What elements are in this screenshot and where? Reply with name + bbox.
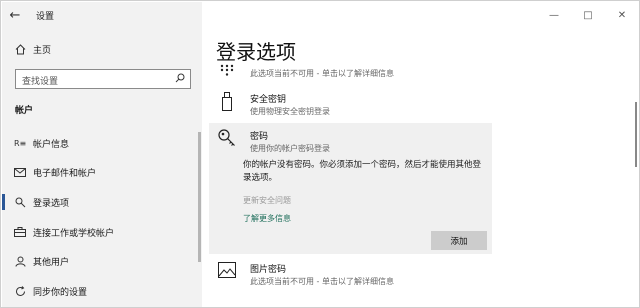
sidebar-item-label: 电子邮件和帐户 bbox=[33, 168, 97, 179]
sidebar-scrollbar[interactable] bbox=[198, 132, 201, 262]
maximize-button[interactable]: □ bbox=[571, 2, 605, 28]
sidebar-item-label: 同步你的设置 bbox=[33, 287, 88, 298]
search-icon[interactable] bbox=[175, 73, 185, 86]
picture-password-option[interactable]: 图片密码 此选项当前不可用 - 单击以了解详细信息 bbox=[216, 262, 394, 287]
sidebar-item-sync[interactable]: 同步你的设置 bbox=[2, 278, 202, 304]
sidebar-item-label: 登录选项 bbox=[33, 198, 70, 209]
close-button[interactable]: ✕ bbox=[605, 2, 639, 28]
password-desc: 使用你的帐户密码登录 bbox=[250, 144, 330, 153]
key-icon bbox=[13, 195, 27, 209]
sidebar-item-label: 其他用户 bbox=[33, 257, 70, 268]
minimize-icon: — bbox=[549, 9, 559, 21]
page-title: 登录选项 bbox=[216, 40, 296, 64]
account-info-icon: R≡ bbox=[13, 136, 27, 150]
sidebar: ← 设置 主页 查找设置 帐户 R≡ 帐户信息 电子邮件和帐户 登录选项 连接工… bbox=[2, 2, 202, 307]
sidebar-item-other-users[interactable]: 其他用户 bbox=[2, 248, 202, 274]
section-title: 帐户 bbox=[15, 106, 34, 116]
back-arrow-icon: ← bbox=[9, 7, 21, 23]
usb-key-icon bbox=[216, 92, 238, 117]
learn-more-link[interactable]: 了解更多信息 bbox=[243, 213, 291, 224]
briefcase-icon bbox=[13, 225, 27, 239]
password-key-icon bbox=[216, 129, 238, 154]
sidebar-item-label: 连接工作或学校帐户 bbox=[33, 228, 115, 239]
back-button[interactable]: ← bbox=[2, 2, 28, 28]
picture-icon bbox=[216, 262, 238, 287]
search-input[interactable]: 查找设置 bbox=[15, 69, 191, 89]
pin-option[interactable]: 此选项当前不可用 - 单击以了解详细信息 bbox=[216, 64, 394, 79]
security-key-desc: 使用物理安全密钥登录 bbox=[250, 107, 330, 116]
pin-keypad-icon bbox=[216, 64, 238, 79]
window-controls: — □ ✕ bbox=[537, 2, 639, 28]
title-bar: ← 设置 bbox=[2, 2, 202, 28]
sidebar-item-home[interactable]: 主页 bbox=[2, 36, 202, 62]
password-message: 你的帐户没有密码。你必须添加一个密码，然后才能使用其他登录选项。 bbox=[243, 160, 482, 183]
settings-window: ← 设置 主页 查找设置 帐户 R≡ 帐户信息 电子邮件和帐户 登录选项 连接工… bbox=[0, 0, 640, 308]
security-key-option[interactable]: 安全密钥 使用物理安全密钥登录 bbox=[216, 92, 330, 117]
minimize-button[interactable]: — bbox=[537, 2, 571, 28]
sidebar-item-label: 帐户信息 bbox=[33, 139, 70, 150]
main-scrollbar[interactable] bbox=[635, 102, 637, 167]
person-icon bbox=[13, 254, 27, 268]
sidebar-item-work-school[interactable]: 连接工作或学校帐户 bbox=[2, 219, 202, 245]
email-icon bbox=[13, 165, 27, 179]
password-title: 密码 bbox=[250, 132, 269, 142]
svg-text:R≡: R≡ bbox=[14, 139, 26, 148]
security-key-title: 安全密钥 bbox=[250, 95, 287, 105]
sidebar-item-account-info[interactable]: R≡ 帐户信息 bbox=[2, 130, 202, 156]
sidebar-home-label: 主页 bbox=[33, 45, 52, 56]
picture-password-title: 图片密码 bbox=[250, 265, 287, 275]
password-option[interactable]: 密码 使用你的帐户密码登录 bbox=[216, 129, 330, 154]
sidebar-item-sign-in-options[interactable]: 登录选项 bbox=[2, 189, 202, 215]
window-title: 设置 bbox=[36, 11, 55, 22]
sidebar-item-email[interactable]: 电子邮件和帐户 bbox=[2, 159, 202, 185]
home-icon bbox=[13, 42, 27, 56]
update-security-questions-link: 更新安全问题 bbox=[243, 196, 291, 205]
password-card: 密码 使用你的帐户密码登录 你的帐户没有密码。你必须添加一个密码，然后才能使用其… bbox=[209, 123, 492, 254]
add-password-button[interactable]: 添加 bbox=[431, 231, 487, 250]
maximize-icon: □ bbox=[583, 9, 593, 21]
main-pane: — □ ✕ 登录选项 此选项当前不可用 - 单击以了解详细信息 安全密钥 使用物… bbox=[202, 2, 639, 307]
sync-icon bbox=[13, 284, 27, 298]
pin-option-desc: 此选项当前不可用 - 单击以了解详细信息 bbox=[250, 69, 394, 78]
picture-password-desc: 此选项当前不可用 - 单击以了解详细信息 bbox=[250, 277, 394, 286]
search-placeholder: 查找设置 bbox=[22, 77, 59, 87]
close-icon: ✕ bbox=[617, 9, 627, 21]
